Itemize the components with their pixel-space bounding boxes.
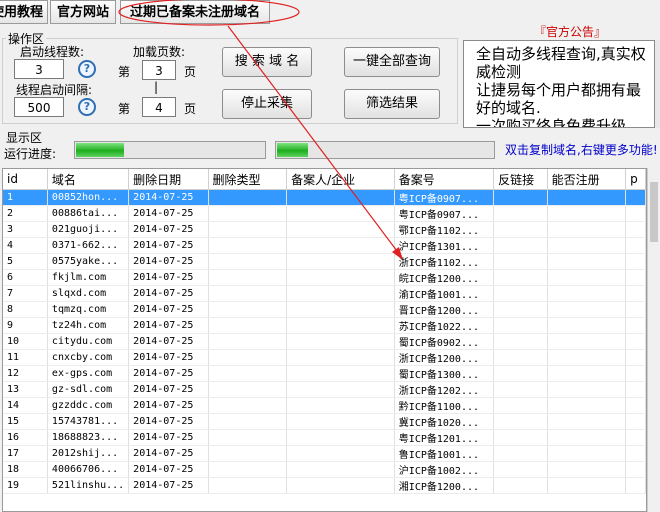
annotation-arrow-head — [392, 247, 403, 260]
annotation-ellipse — [118, 0, 300, 26]
annotation-arrow-line — [227, 25, 401, 256]
annotation-overlay — [118, 0, 403, 260]
